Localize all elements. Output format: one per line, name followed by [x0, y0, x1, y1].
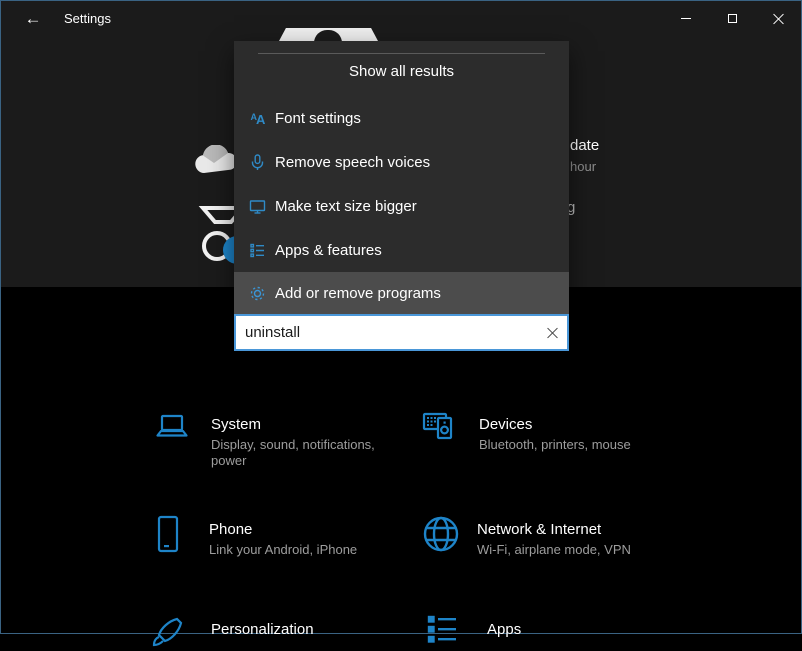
suggestion-label: Remove speech voices [275, 154, 430, 171]
search-suggestions-dropdown: Show all results AA Font settings Remove… [234, 41, 569, 314]
font-icon: AA [249, 110, 266, 127]
suggestion-font-settings[interactable]: AA Font settings [234, 96, 569, 140]
tile-devices[interactable]: Devices Bluetooth, printers, mouse [421, 406, 669, 453]
minimize-button[interactable] [663, 1, 709, 36]
tile-title: System [211, 415, 379, 435]
suggestion-label: Make text size bigger [275, 198, 417, 215]
suggestion-apps-and-features[interactable]: Apps & features [234, 228, 569, 272]
close-icon [547, 327, 558, 338]
suggestion-make-text-size-bigger[interactable]: Make text size bigger [234, 184, 569, 228]
clear-search-button[interactable] [537, 316, 567, 349]
close-icon [773, 13, 784, 24]
suggestion-label: Apps & features [275, 242, 382, 259]
apps-list-icon [249, 242, 266, 259]
tile-subtitle: Wi-Fi, airplane mode, VPN [477, 542, 667, 558]
laptop-icon [153, 409, 191, 447]
search-box [234, 314, 569, 351]
close-button[interactable] [755, 1, 801, 36]
show-all-results-link[interactable]: Show all results [234, 63, 569, 80]
devices-icon [421, 406, 463, 448]
gear-icon [249, 285, 266, 302]
suggestion-label: Font settings [275, 110, 361, 127]
tile-title: Phone [209, 520, 389, 540]
suggestion-add-or-remove-programs[interactable]: Add or remove programs [234, 272, 569, 314]
minimize-icon [681, 18, 691, 19]
tile-title: Network & Internet [477, 520, 667, 540]
search-input[interactable] [236, 324, 537, 341]
dropdown-divider [258, 53, 545, 54]
tile-subtitle: Display, sound, notifications, power [211, 437, 379, 469]
settings-window: { "window": { "title": "Settings" }, "dr… [0, 0, 802, 634]
tile-title: Devices [479, 415, 669, 435]
personalization-icon [149, 613, 187, 651]
maximize-icon [728, 14, 737, 23]
background-text-fragment: hour [570, 159, 596, 174]
tile-personalization[interactable]: Personalization [149, 613, 314, 651]
tile-title: Apps [487, 620, 521, 640]
globe-icon [421, 514, 461, 554]
suggestion-label: Add or remove programs [275, 285, 441, 302]
background-text-fragment: date [570, 137, 599, 154]
maximize-button[interactable] [709, 1, 755, 36]
tile-network-internet[interactable]: Network & Internet Wi-Fi, airplane mode,… [421, 514, 667, 558]
display-icon [249, 198, 266, 215]
titlebar: ← Settings [1, 1, 801, 37]
tile-subtitle: Link your Android, iPhone [209, 542, 389, 558]
back-button[interactable]: ← [11, 1, 55, 37]
tile-system[interactable]: System Display, sound, notifications, po… [153, 409, 379, 469]
tile-subtitle: Bluetooth, printers, mouse [479, 437, 669, 453]
apps-icon [425, 613, 463, 651]
microphone-icon [249, 154, 266, 171]
phone-icon [153, 514, 183, 556]
tile-phone[interactable]: Phone Link your Android, iPhone [153, 514, 389, 558]
tile-title: Personalization [211, 620, 314, 640]
window-title: Settings [64, 11, 111, 26]
suggestion-remove-speech-voices[interactable]: Remove speech voices [234, 140, 569, 184]
back-arrow-icon: ← [25, 9, 42, 29]
tile-apps[interactable]: Apps [425, 613, 521, 651]
